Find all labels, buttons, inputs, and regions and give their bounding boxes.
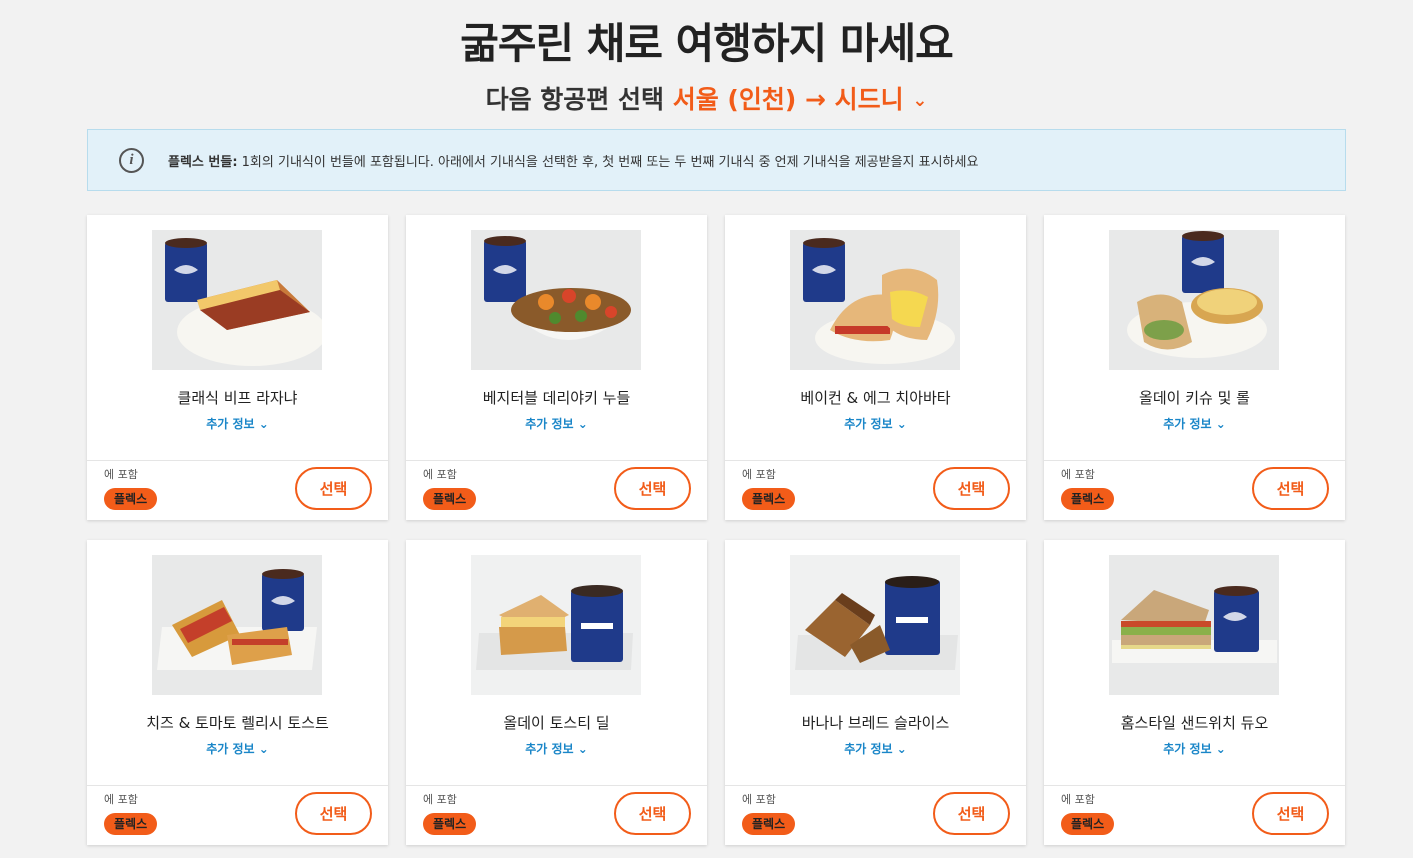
info-bold: 플렉스 번들: (168, 154, 238, 170)
divider (87, 785, 388, 786)
included-label: 에 포함 (104, 793, 138, 806)
flight-route-dropdown[interactable]: 서울 (인천) → 시드니 ⌄ (673, 85, 928, 114)
included-label: 에 포함 (1061, 793, 1095, 806)
more-info-link[interactable]: 추가 정보 ⌄ (725, 740, 1026, 757)
more-info-link[interactable]: 추가 정보 ⌄ (406, 415, 707, 432)
flex-badge: 플렉스 (1061, 488, 1115, 510)
flex-badge: 플렉스 (104, 488, 158, 510)
divider (87, 460, 388, 461)
meal-photo-noodle (471, 230, 641, 370)
meal-photo-lasagna (152, 230, 322, 370)
select-button[interactable]: 선택 (295, 467, 372, 510)
meal-photo-toastie-deal (471, 555, 641, 695)
divider (406, 460, 707, 461)
flex-badge: 플렉스 (1061, 813, 1115, 835)
info-body: 1회의 기내식이 번들에 포함됩니다. 아래에서 기내식을 선택한 후, 첫 번… (237, 154, 979, 170)
info-icon: i (119, 147, 144, 173)
flex-badge: 플렉스 (104, 813, 158, 835)
more-info-link[interactable]: 추가 정보 ⌄ (406, 740, 707, 757)
meal-card: 바나나 브레드 슬라이스 추가 정보 ⌄ 에 포함 플렉스 선택 (725, 540, 1026, 845)
meal-photo-sandwich (1109, 555, 1279, 695)
flight-route[interactable]: 서울 (인천) → 시드니 (673, 85, 904, 114)
flex-badge: 플렉스 (742, 488, 796, 510)
divider (406, 785, 707, 786)
meal-card: 치즈 & 토마토 렐리시 토스트 추가 정보 ⌄ 에 포함 플렉스 선택 (87, 540, 388, 845)
select-button[interactable]: 선택 (614, 467, 691, 510)
meal-card: 올데이 키슈 및 롤 추가 정보 ⌄ 에 포함 플렉스 선택 (1044, 215, 1345, 520)
meal-name: 홈스타일 샌드위치 듀오 (1120, 714, 1269, 732)
flight-selector-label: 다음 항공편 선택 (485, 85, 664, 114)
more-info-link[interactable]: 추가 정보 ⌄ (1044, 740, 1345, 757)
flex-badge: 플렉스 (423, 813, 477, 835)
select-button[interactable]: 선택 (1252, 792, 1329, 835)
included-label: 에 포함 (742, 793, 776, 806)
more-info-link[interactable]: 추가 정보 ⌄ (87, 740, 388, 757)
meal-photo-toastie (152, 555, 322, 695)
meal-card: 홈스타일 샌드위치 듀오 추가 정보 ⌄ 에 포함 플렉스 선택 (1044, 540, 1345, 845)
included-label: 에 포함 (742, 468, 776, 481)
divider (1044, 460, 1345, 461)
meal-card: 올데이 토스티 딜 추가 정보 ⌄ 에 포함 플렉스 선택 (406, 540, 707, 845)
chevron-down-icon[interactable]: ⌄ (912, 90, 927, 111)
flex-badge: 플렉스 (742, 813, 796, 835)
select-button[interactable]: 선택 (614, 792, 691, 835)
meal-name: 베이컨 & 에그 치아바타 (800, 389, 951, 407)
more-info-link[interactable]: 추가 정보 ⌄ (725, 415, 1026, 432)
meal-photo-ciabatta (790, 230, 960, 370)
meal-card: 베이컨 & 에그 치아바타 추가 정보 ⌄ 에 포함 플렉스 선택 (725, 215, 1026, 520)
meal-name: 클래식 비프 라자냐 (177, 389, 298, 407)
included-label: 에 포함 (423, 468, 457, 481)
meal-name: 바나나 브레드 슬라이스 (801, 714, 950, 732)
flight-selector[interactable]: 다음 항공편 선택 서울 (인천) → 시드니 ⌄ (0, 80, 1413, 116)
included-label: 에 포함 (1061, 468, 1095, 481)
select-button[interactable]: 선택 (295, 792, 372, 835)
more-info-link[interactable]: 추가 정보 ⌄ (1044, 415, 1345, 432)
meal-card: 베지터블 데리야키 누들 추가 정보 ⌄ 에 포함 플렉스 선택 (406, 215, 707, 520)
divider (725, 460, 1026, 461)
more-info-link[interactable]: 추가 정보 ⌄ (87, 415, 388, 432)
meal-name: 올데이 키슈 및 롤 (1139, 389, 1250, 407)
included-label: 에 포함 (104, 468, 138, 481)
select-button[interactable]: 선택 (933, 792, 1010, 835)
select-button[interactable]: 선택 (933, 467, 1010, 510)
divider (725, 785, 1026, 786)
meal-name: 치즈 & 토마토 렐리시 토스트 (146, 714, 329, 732)
meal-photo-quiche (1109, 230, 1279, 370)
meal-name: 베지터블 데리야키 누들 (482, 389, 631, 407)
info-text: 플렉스 번들: 1회의 기내식이 번들에 포함됩니다. 아래에서 기내식을 선택… (168, 151, 978, 170)
select-button[interactable]: 선택 (1252, 467, 1329, 510)
flex-badge: 플렉스 (423, 488, 477, 510)
page-title: 굶주린 채로 여행하지 마세요 (460, 19, 954, 68)
divider (1044, 785, 1345, 786)
meal-name: 올데이 토스티 딜 (503, 714, 610, 732)
meal-card: 클래식 비프 라자냐 추가 정보 ⌄ 에 포함 플렉스 선택 (87, 215, 388, 520)
meal-photo-banana-bread (790, 555, 960, 695)
included-label: 에 포함 (423, 793, 457, 806)
meal-grid: 클래식 비프 라자냐 추가 정보 ⌄ 에 포함 플렉스 선택 베지터블 데리야키… (87, 215, 1345, 845)
info-banner: i 플렉스 번들: 1회의 기내식이 번들에 포함됩니다. 아래에서 기내식을 … (87, 129, 1346, 191)
